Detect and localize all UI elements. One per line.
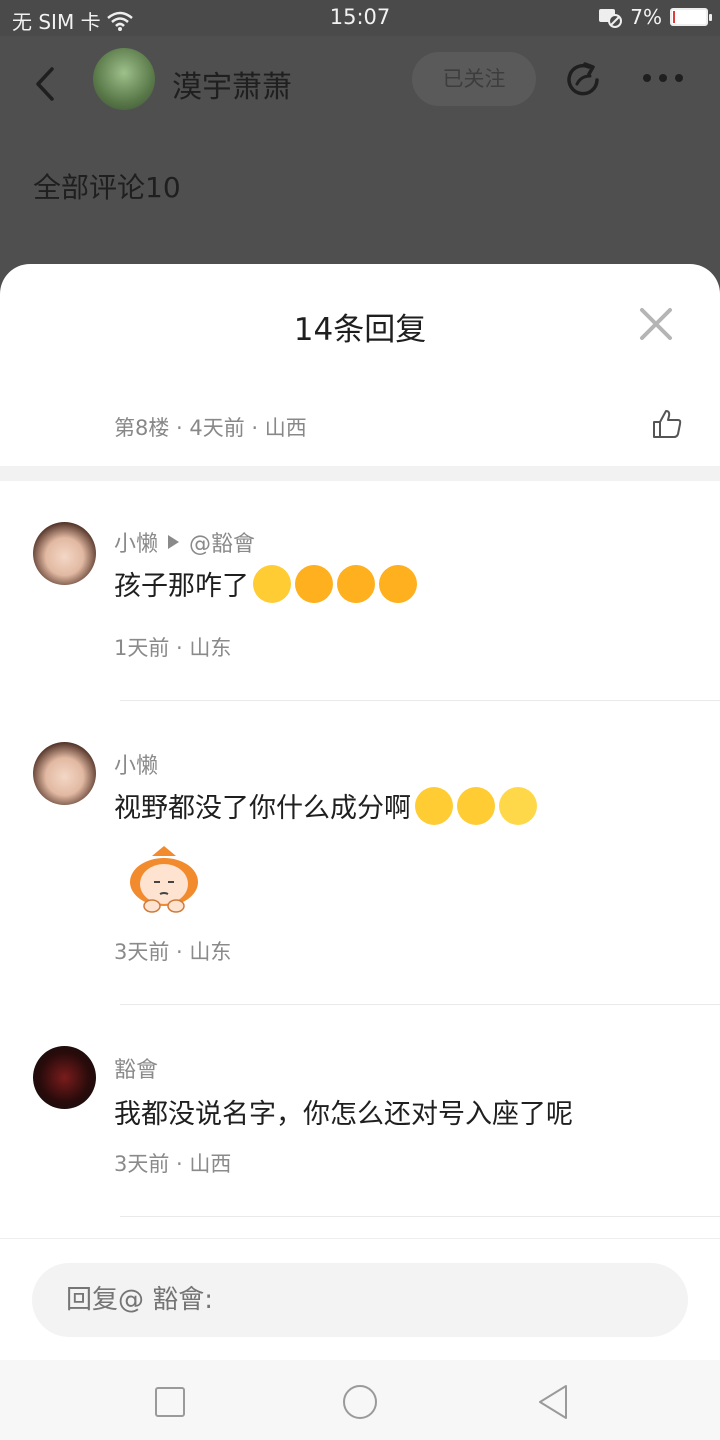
avatar[interactable] [33,1046,96,1109]
rolling-laughing-icon [331,559,381,608]
battery-percent: 7% [630,5,662,29]
reply-text: 视野都没了你什么成分啊 [114,793,411,824]
reply-header: 豁會 [114,1052,158,1084]
author-name[interactable]: 漠宇萧萧 [172,62,292,106]
divider [120,1004,720,1005]
home-icon[interactable] [340,1382,380,1422]
share-icon[interactable] [563,60,603,100]
tears-of-joy-icon [457,786,495,825]
battery-icon [670,8,712,26]
author-avatar[interactable] [93,48,155,110]
battery-level-fill [673,11,675,23]
more-options-icon[interactable] [643,74,683,82]
reply-content: 视野都没了你什么成分啊 [114,786,537,825]
close-icon[interactable] [638,306,674,342]
divider [120,1216,720,1217]
reply-author[interactable]: 小懒 [114,526,158,558]
follow-button[interactable]: 已关注 [412,52,536,106]
no-sync-icon [599,9,623,28]
reply-content: 我都没说名字，你怎么还对号入座了呢 [114,1092,573,1131]
reply-author[interactable]: 小懒 [114,748,158,780]
thumbs-up-icon[interactable] [651,408,683,440]
status-right: 7% [598,5,712,29]
reply-author[interactable]: 豁會 [114,1052,158,1084]
reply-to-arrow-icon [168,535,180,549]
divider [120,700,720,701]
all-comments-heading: 全部评论10 [33,171,181,204]
rolling-laughing-icon [373,559,423,608]
reply-item[interactable]: 豁會 我都没说名字，你怎么还对号入座了呢 3天前 · 山西 [0,1044,720,1204]
avatar[interactable] [33,522,96,585]
floor-meta: 第8楼 · 4天前 · 山西 [114,416,307,440]
cartoon-girl-sticker[interactable] [122,842,206,914]
reply-target[interactable]: @豁會 [189,526,255,558]
replies-sheet: 14条回复 第8楼 · 4天前 · 山西 小懒 @豁會 孩子那咋了 1天前 · … [0,264,720,1360]
reply-item[interactable]: 小懒 @豁會 孩子那咋了 1天前 · 山东 [0,520,720,700]
grinning-face-icon [253,564,291,603]
reply-header: 小懒 [114,748,158,780]
reply-item[interactable]: 小懒 视野都没了你什么成分啊 3天前 · 山东 [0,740,720,1000]
section-separator [0,466,720,481]
recent-apps-icon[interactable] [150,1382,190,1422]
rolling-laughing-icon [289,559,339,608]
back-arrow-icon[interactable] [30,66,60,102]
reply-text: 孩子那咋了 [114,571,249,602]
rolling-eyes-icon [499,786,537,825]
reply-meta: 3天前 · 山西 [114,1152,232,1176]
reply-content: 孩子那咋了 [114,559,423,608]
reply-meta: 1天前 · 山东 [114,636,232,660]
reply-meta: 3天前 · 山东 [114,940,232,964]
sheet-title: 14条回复 [293,312,427,348]
back-icon[interactable] [534,1382,574,1422]
status-bar: 无 SIM 卡 15:07 7% [0,0,720,36]
reply-input[interactable] [32,1263,688,1337]
reply-header: 小懒 @豁會 [114,526,255,558]
system-nav-bar [0,1360,720,1440]
tears-of-joy-icon [415,786,453,825]
background-header: 漠宇萧萧 已关注 [0,36,720,132]
reply-text: 我都没说名字，你怎么还对号入座了呢 [114,1099,573,1130]
reply-input-bar [0,1238,720,1360]
avatar[interactable] [33,742,96,805]
